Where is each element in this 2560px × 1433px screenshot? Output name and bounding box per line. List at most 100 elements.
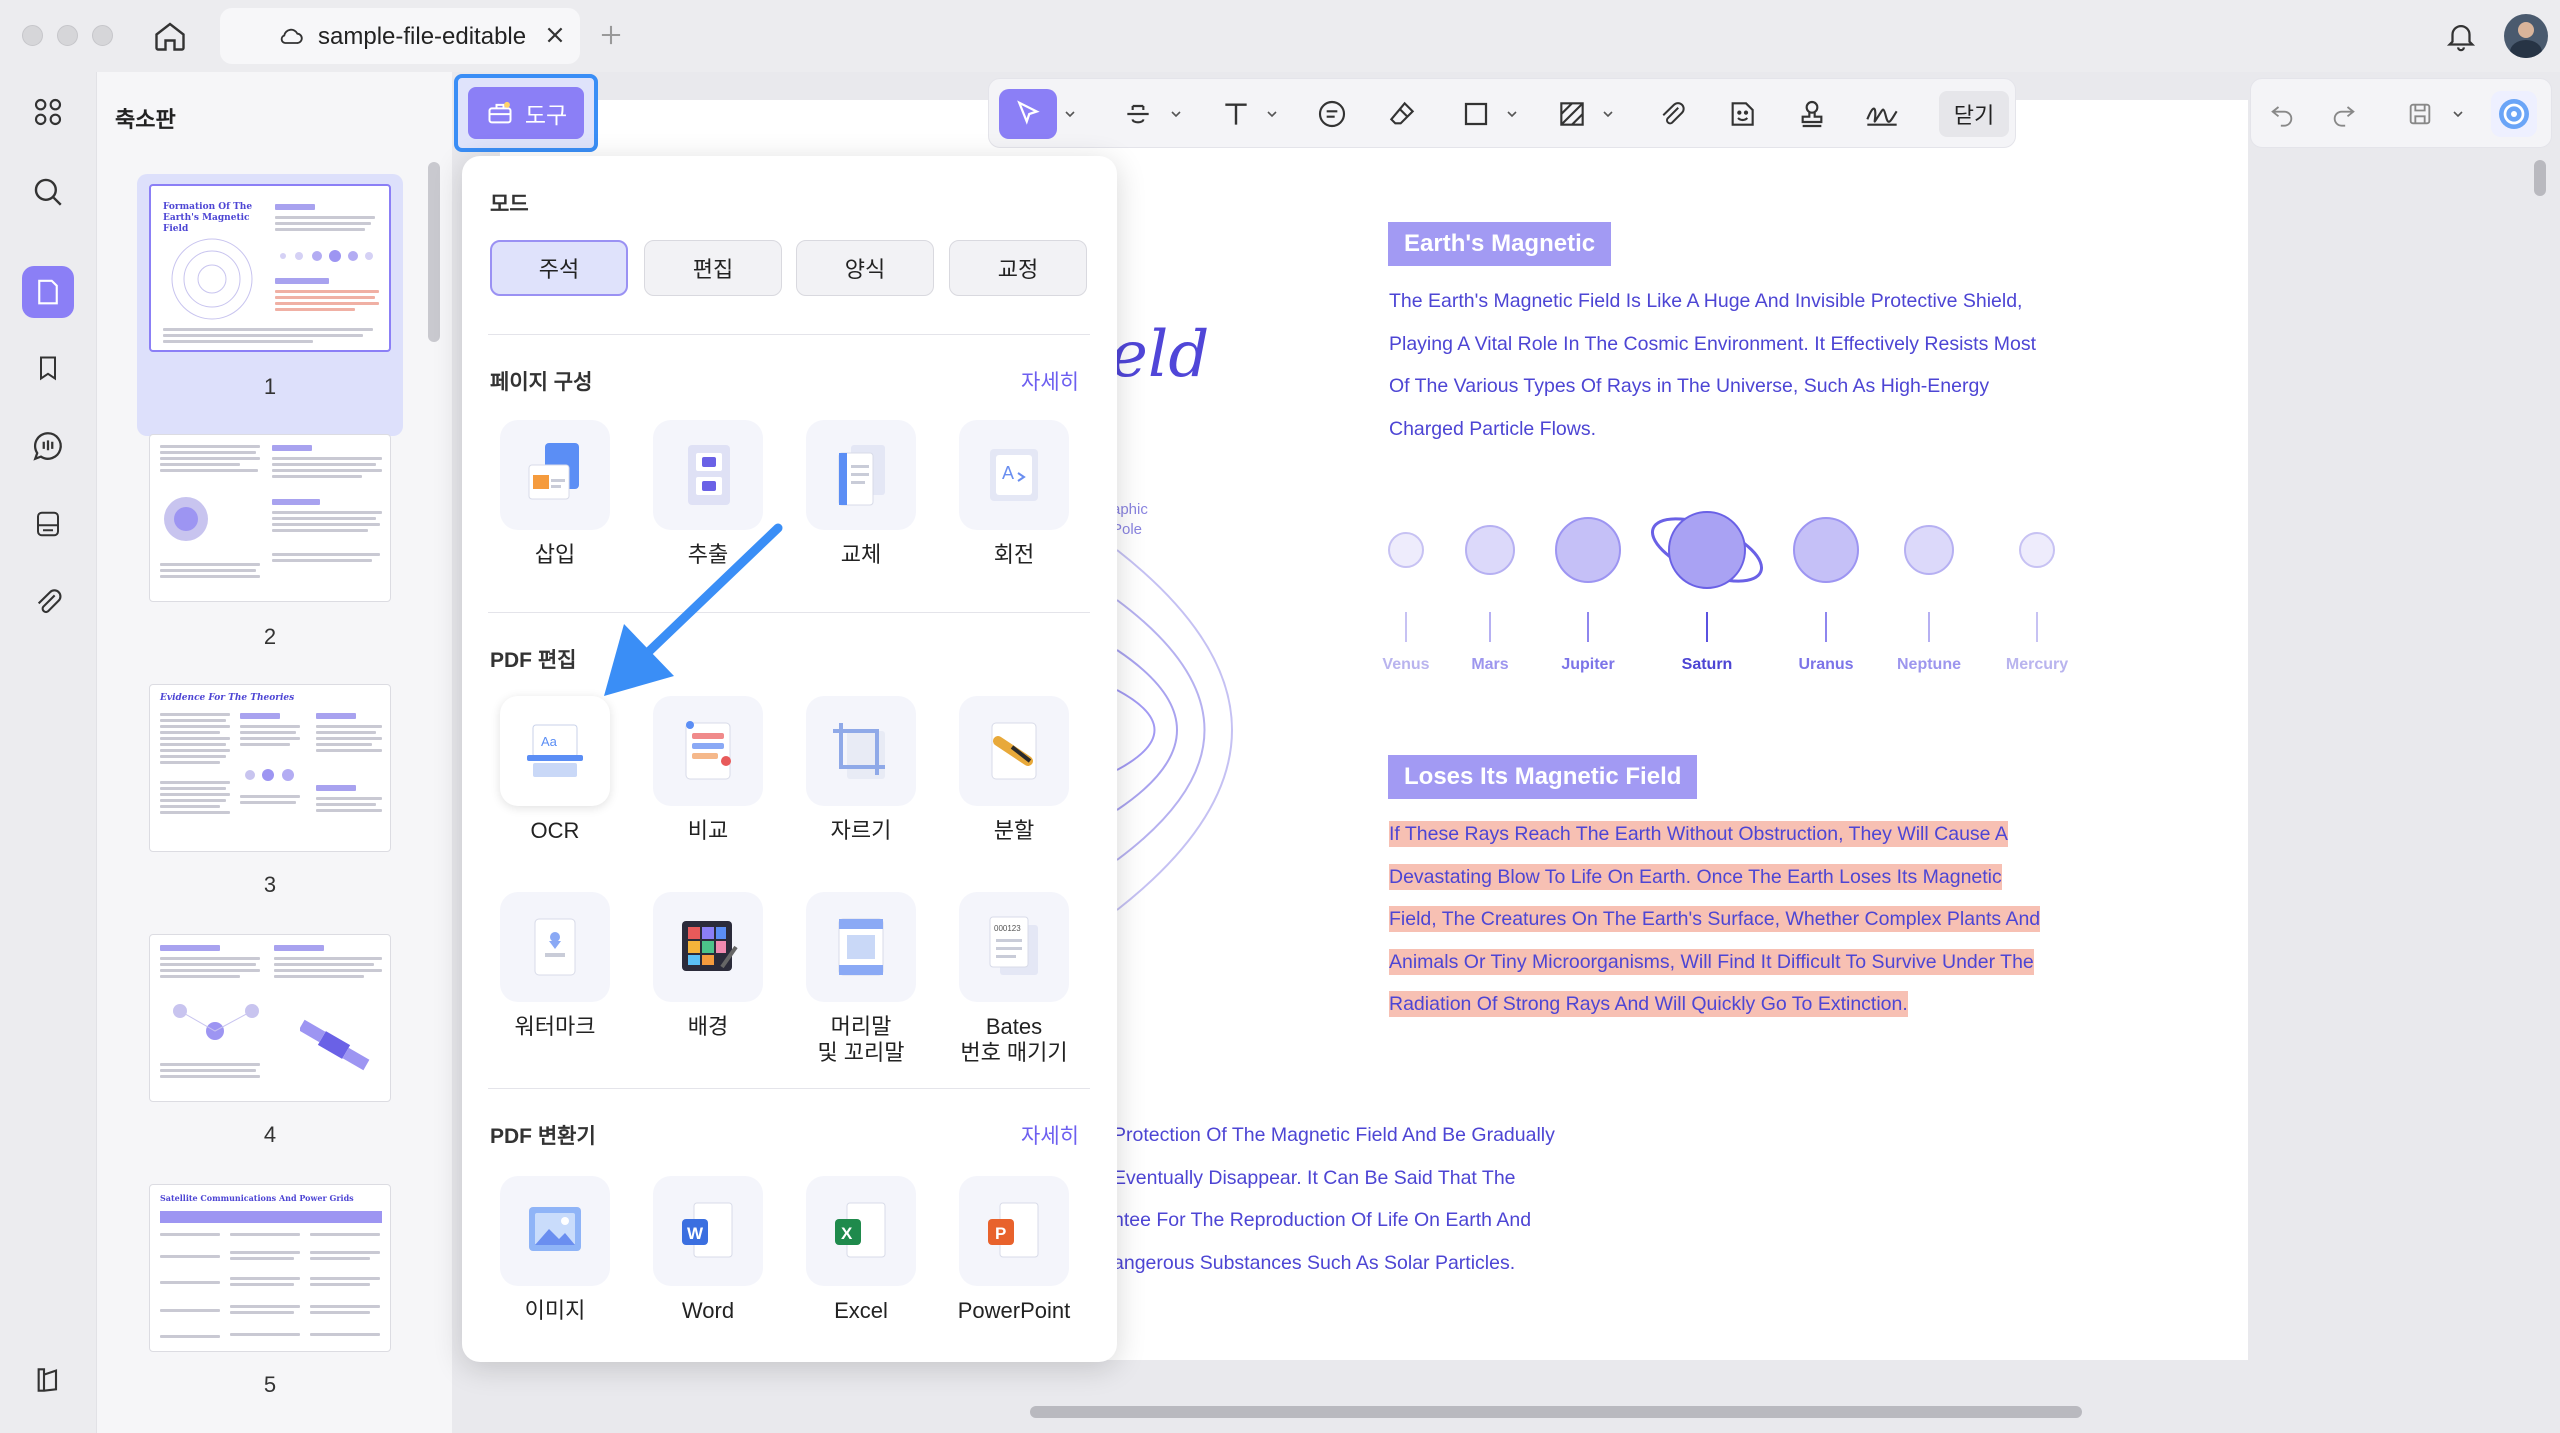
- thumbnail-panel-title: 축소판: [115, 107, 176, 132]
- thumbnail-scrollbar[interactable]: [428, 162, 440, 342]
- attach-file-icon[interactable]: [1653, 95, 1691, 133]
- grid-icon[interactable]: [22, 86, 74, 138]
- chevron-down-icon[interactable]: [1169, 107, 1183, 121]
- attachment-icon[interactable]: [22, 576, 74, 628]
- thumbnail-page-3-title: Evidence For The Theories: [160, 693, 295, 703]
- paragraph-highlighted[interactable]: If These Rays Reach The Earth Without Ob…: [1389, 813, 2041, 1026]
- planet-tick: [1825, 612, 1827, 642]
- svg-text:A: A: [1002, 463, 1014, 483]
- tools-button-highlight[interactable]: 도구: [454, 74, 598, 152]
- svg-text:000123: 000123: [994, 924, 1021, 933]
- mode-annotate-button[interactable]: 주석: [490, 240, 628, 296]
- document-title-fragment: eld: [1110, 318, 1210, 392]
- tool-label: 분할: [993, 818, 1035, 843]
- thumbnail-page-4[interactable]: [149, 934, 391, 1102]
- tool-label: Bates 번호 매기기: [960, 1014, 1068, 1065]
- pdf-converter-title: PDF 변환기: [490, 1125, 596, 1148]
- mode-form-button[interactable]: 양식: [796, 240, 934, 296]
- rotate-pages-icon: A: [959, 420, 1069, 530]
- window-zoom-dot[interactable]: [92, 25, 113, 46]
- word-file-icon: W: [653, 1176, 763, 1286]
- planet-label-jupiter: Jupiter: [1561, 656, 1615, 673]
- chevron-down-icon[interactable]: [1063, 107, 1077, 121]
- text-icon[interactable]: [1217, 95, 1255, 133]
- header-footer-icon: [806, 892, 916, 1002]
- paragraph-line: ntee For The Reproduction Of Life On Ear…: [1113, 1209, 1532, 1231]
- svg-text:Aa: Aa: [541, 734, 558, 749]
- section-heading-earths-magnetic: Earth's Magnetic: [1388, 222, 1612, 266]
- ai-assistant-icon[interactable]: [2491, 91, 2537, 137]
- thumbnail-page-1-title: Formation Of The Earth's Magnetic Field: [163, 202, 253, 234]
- tool-label: 머리말 및 꼬리말: [817, 1014, 905, 1065]
- thumbnails-icon[interactable]: [22, 266, 74, 318]
- pdf-converter-more-link[interactable]: 자세히: [1021, 1120, 1079, 1150]
- title-bar: sample-file-editable: [0, 0, 2560, 72]
- vertical-scrollbar[interactable]: [2534, 160, 2546, 196]
- avatar[interactable]: [2504, 14, 2548, 58]
- bell-icon[interactable]: [2444, 18, 2478, 54]
- thumbnail-page-3[interactable]: Evidence For The Theories: [149, 684, 391, 852]
- mode-edit-button[interactable]: 편집: [644, 240, 782, 296]
- ocr-icon: Aa: [500, 696, 610, 806]
- planet-tick: [1587, 612, 1589, 642]
- strikethrough-icon[interactable]: [1119, 95, 1157, 133]
- tool-label: Excel: [834, 1298, 888, 1323]
- select-tool-button[interactable]: [999, 89, 1057, 139]
- watermark-icon: [500, 892, 610, 1002]
- form-icon[interactable]: [22, 498, 74, 550]
- planet-tick: [1928, 612, 1930, 642]
- chevron-down-icon[interactable]: [1601, 107, 1615, 121]
- planet-mars: [1465, 525, 1515, 575]
- stamp-icon[interactable]: [1793, 95, 1831, 133]
- page-organize-more-link[interactable]: 자세히: [1021, 366, 1079, 396]
- comment-icon[interactable]: [22, 420, 74, 472]
- tool-label: PowerPoint: [957, 1298, 1071, 1323]
- tools-button[interactable]: 도구: [468, 87, 584, 139]
- tab-close-icon[interactable]: [544, 24, 566, 46]
- planet-tick: [1405, 612, 1407, 642]
- chevron-down-icon[interactable]: [1505, 107, 1519, 121]
- insert-pages-icon: [500, 420, 610, 530]
- thumbnail-page-number: 1: [263, 374, 277, 399]
- tool-label: OCR: [530, 818, 580, 843]
- window-minimize-dot[interactable]: [57, 25, 78, 46]
- layers-icon[interactable]: [22, 1354, 74, 1406]
- thumbnail-page-1[interactable]: Formation Of The Earth's Magnetic Field: [149, 184, 391, 352]
- bookmark-icon[interactable]: [22, 342, 74, 394]
- paragraph-line: Charged Particle Flows.: [1389, 417, 1596, 440]
- area-hatch-icon[interactable]: [1553, 95, 1591, 133]
- new-tab-icon[interactable]: [598, 22, 624, 48]
- thumbnail-page-number: 2: [263, 624, 277, 649]
- chevron-down-icon[interactable]: [2451, 107, 2465, 121]
- home-icon[interactable]: [152, 18, 188, 54]
- svg-text:W: W: [687, 1224, 704, 1243]
- document-tab[interactable]: sample-file-editable: [220, 8, 580, 64]
- thumbnail-panel: 축소판 Formation Of The Earth's Magnetic Fi…: [96, 72, 452, 1433]
- save-icon[interactable]: [2401, 95, 2439, 133]
- planet-label-saturn: Saturn: [1681, 656, 1733, 673]
- close-toolbar-button[interactable]: 닫기: [1939, 91, 2009, 137]
- thumbnail-page-5[interactable]: Satellite Communications And Power Grids: [149, 1184, 391, 1352]
- window-close-dot[interactable]: [22, 25, 43, 46]
- eraser-icon[interactable]: [1383, 95, 1421, 133]
- signature-icon[interactable]: [1863, 95, 1901, 133]
- redo-icon[interactable]: [2325, 95, 2363, 133]
- rectangle-icon[interactable]: [1457, 95, 1495, 133]
- sticker-icon[interactable]: [1723, 95, 1761, 133]
- planet-tick: [1706, 612, 1708, 642]
- toolbox-icon: [485, 99, 515, 127]
- undo-icon[interactable]: [2263, 95, 2301, 133]
- planet-label-uranus: Uranus: [1798, 656, 1854, 673]
- horizontal-scrollbar[interactable]: [1030, 1406, 2082, 1418]
- highlighted-line: If These Rays Reach The Earth Without Ob…: [1389, 821, 2008, 847]
- highlighted-line: Field, The Creatures On The Earth's Surf…: [1389, 906, 2041, 932]
- compare-icon: [653, 696, 763, 806]
- search-icon[interactable]: [22, 166, 74, 218]
- planet-row: [1388, 511, 2055, 589]
- mode-proofread-button[interactable]: 교정: [949, 240, 1087, 296]
- section-heading-loses-magnetic-field: Loses Its Magnetic Field: [1388, 755, 1698, 799]
- chevron-down-icon[interactable]: [1265, 107, 1279, 121]
- text-comment-icon[interactable]: [1313, 95, 1351, 133]
- paragraph-line: Eventually Disappear. It Can Be Said Tha…: [1113, 1166, 1516, 1189]
- thumbnail-page-2[interactable]: [149, 434, 391, 602]
